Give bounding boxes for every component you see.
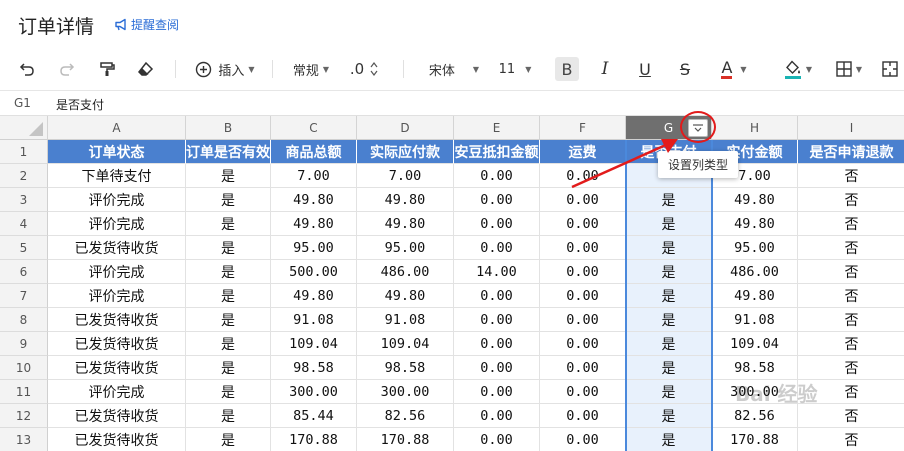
watermark: Bai 经验 [735,382,818,406]
